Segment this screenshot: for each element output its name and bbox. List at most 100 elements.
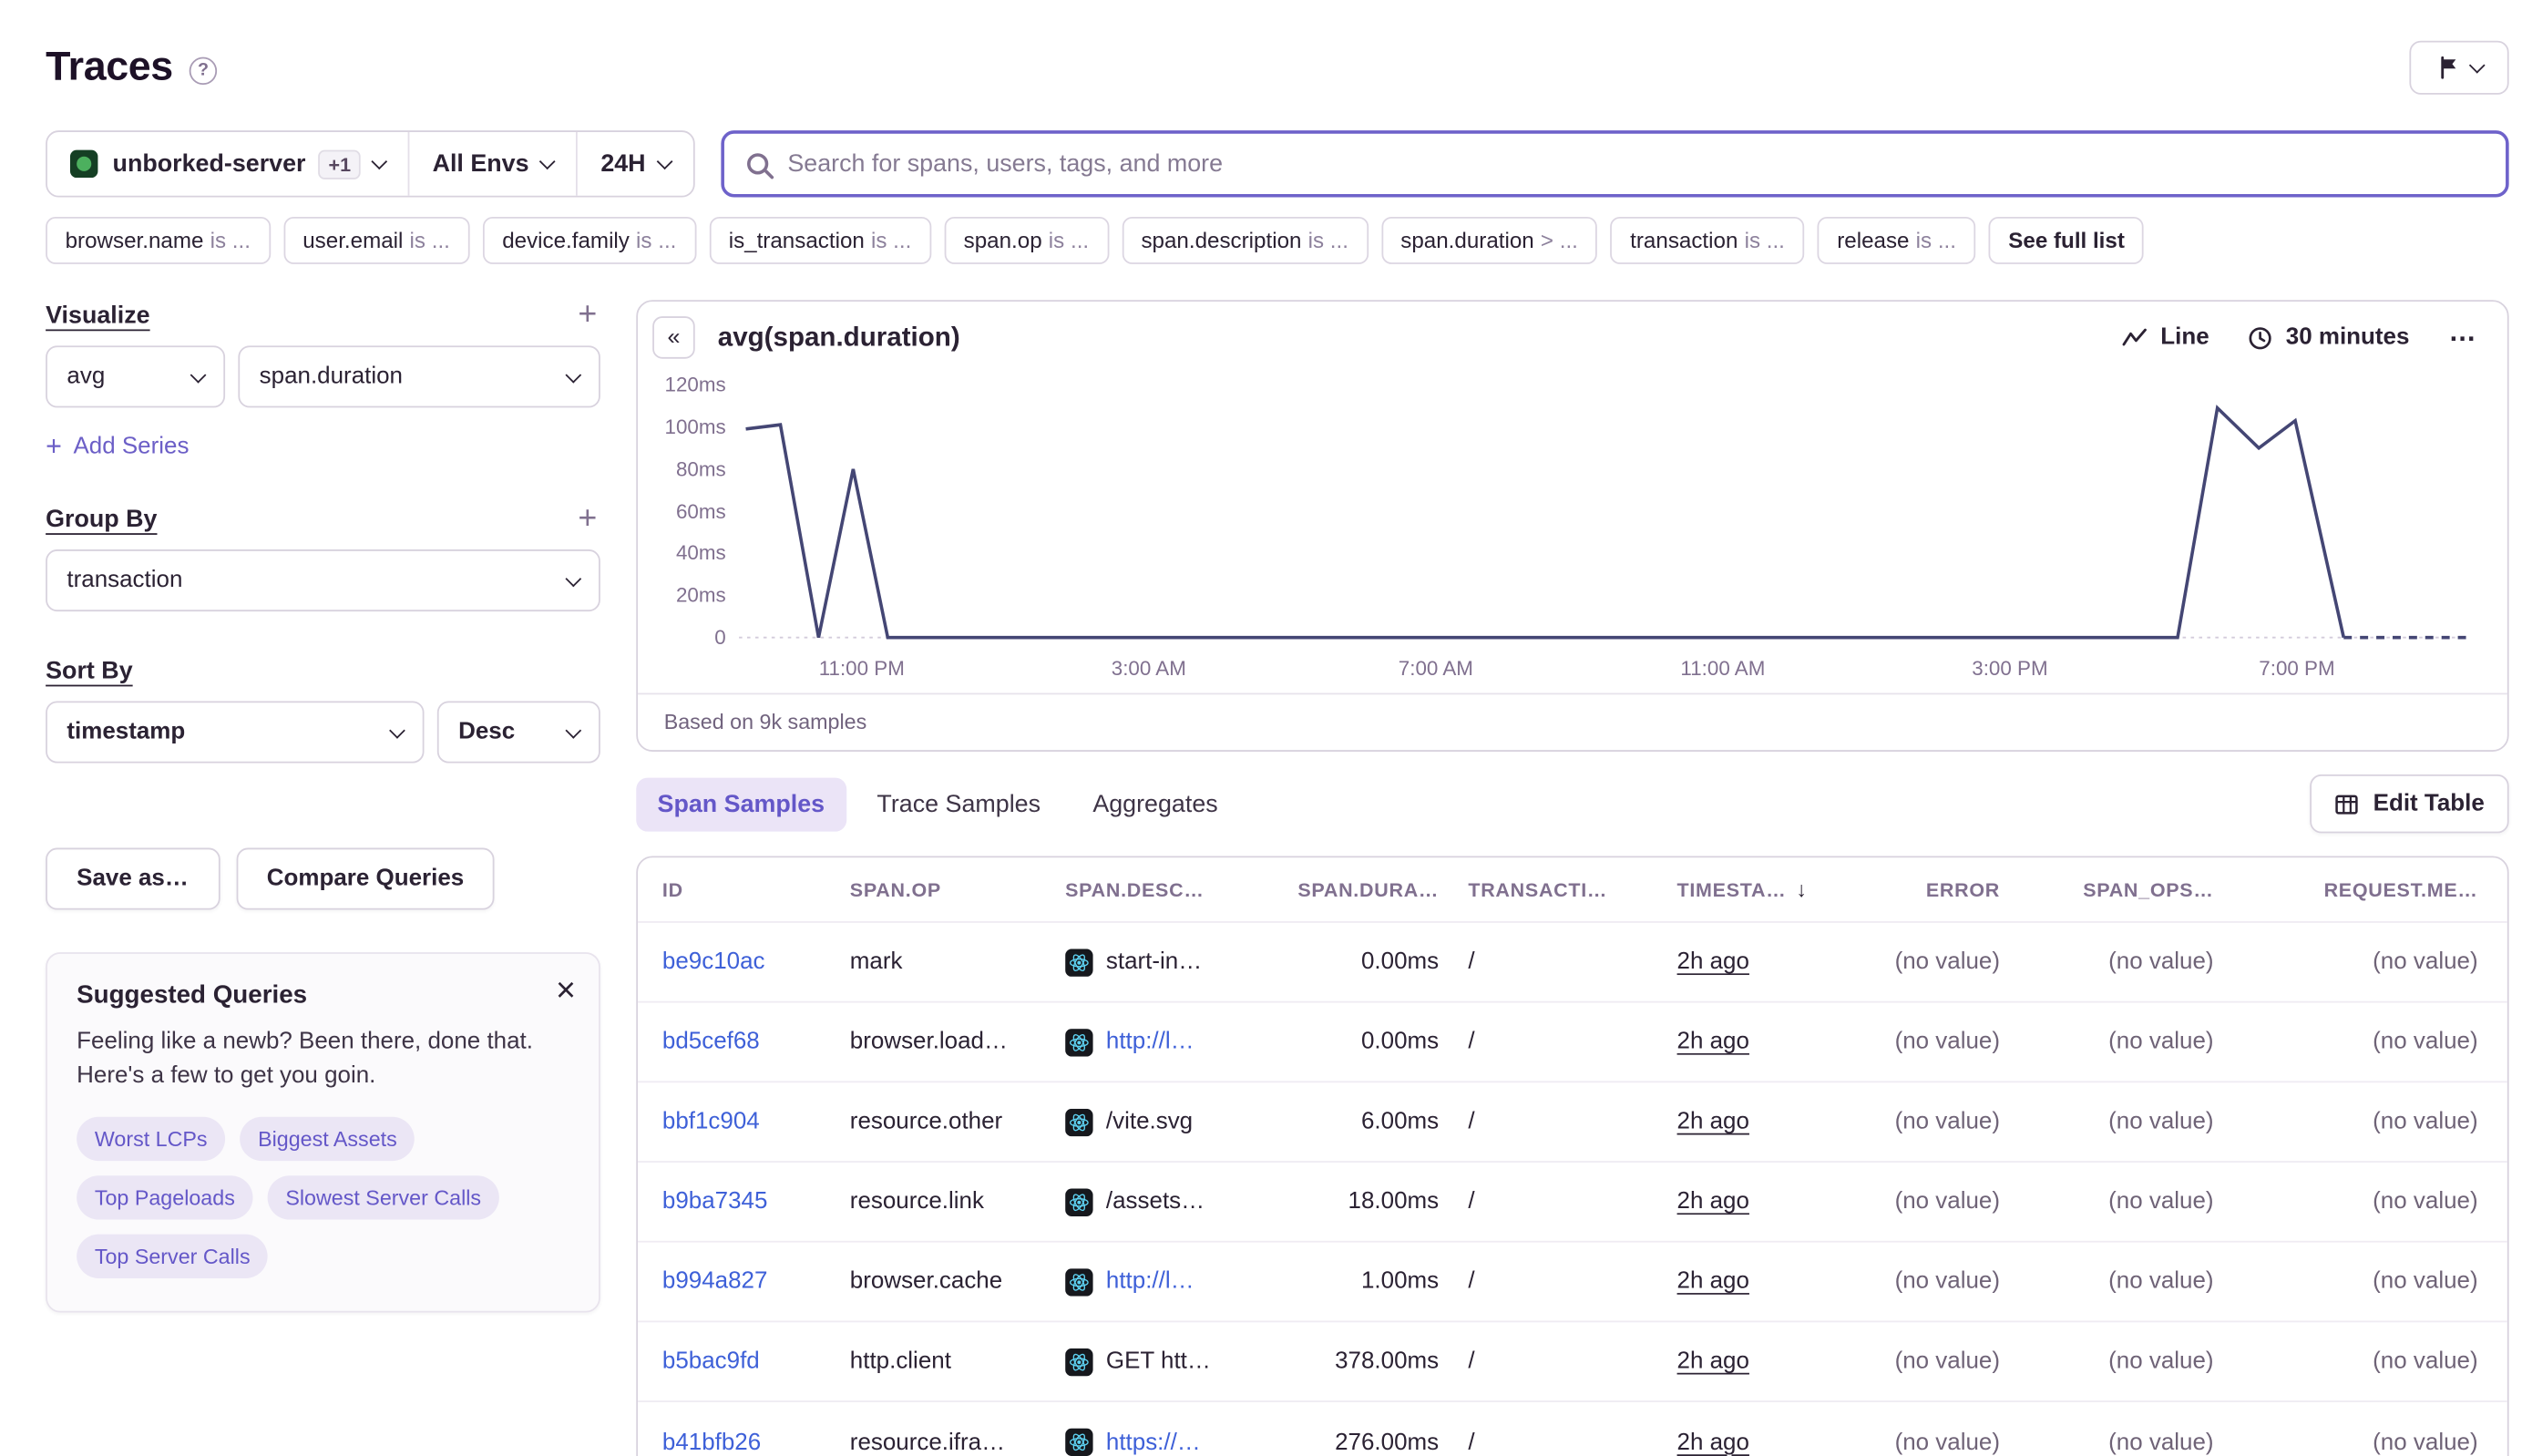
- add-group-by-button[interactable]: +: [575, 504, 600, 533]
- transaction-cell: /: [1468, 1109, 1676, 1135]
- flag-icon: [2436, 56, 2461, 80]
- react-platform-icon: [1065, 1028, 1092, 1055]
- sort-by-label: Sort By: [46, 657, 133, 684]
- span-description-text[interactable]: http://l…: [1106, 1029, 1194, 1055]
- page-filter-group: unborked-server +1 All Envs 24H: [46, 130, 694, 197]
- feature-flag-button[interactable]: [2409, 41, 2508, 95]
- chart-more-button[interactable]: …: [2448, 316, 2477, 359]
- span-id-link[interactable]: b5bac9fd: [662, 1348, 760, 1375]
- filter-chip-key: span.description: [1141, 229, 1301, 253]
- chart-plot: [739, 375, 2468, 650]
- filter-chip-release[interactable]: releaseis ...: [1818, 217, 1976, 264]
- sort-direction-select[interactable]: Desc: [437, 701, 600, 763]
- edit-table-button[interactable]: Edit Table: [2310, 774, 2509, 833]
- column-header-request-me[interactable]: REQUEST.ME…: [2243, 878, 2507, 901]
- timestamp-link[interactable]: 2h ago: [1677, 1189, 1749, 1215]
- chart-interval-button[interactable]: 30 minutes: [2249, 324, 2410, 351]
- filter-chip-op: is ...: [1745, 229, 1785, 253]
- column-header-timesta[interactable]: TIMESTA…↓: [1677, 877, 1834, 902]
- suggested-query-top-server-calls[interactable]: Top Server Calls: [77, 1235, 268, 1278]
- compare-queries-button[interactable]: Compare Queries: [236, 848, 495, 910]
- span-description-cell: https://…: [1065, 1429, 1286, 1456]
- field-select[interactable]: span.duration: [238, 345, 600, 407]
- table-row: b5bac9fdhttp.clientGET htt…378.00ms/2h a…: [638, 1322, 2507, 1402]
- chart-type-button[interactable]: Line: [2123, 324, 2209, 351]
- span-id-link[interactable]: bbf1c904: [662, 1109, 760, 1135]
- column-header-span-dura[interactable]: SPAN.DURA…: [1286, 878, 1469, 901]
- span-id-link[interactable]: bd5cef68: [662, 1029, 760, 1055]
- timestamp-link[interactable]: 2h ago: [1677, 1029, 1749, 1055]
- group-by-select[interactable]: transaction: [46, 549, 600, 611]
- span-id-link[interactable]: b9ba7345: [662, 1189, 768, 1215]
- group-by-value: transaction: [67, 568, 182, 594]
- filter-chip-transaction[interactable]: transactionis ...: [1611, 217, 1805, 264]
- span-description-text[interactable]: https://…: [1106, 1429, 1201, 1455]
- date-range-selector[interactable]: 24H: [576, 132, 692, 196]
- timestamp-link[interactable]: 2h ago: [1677, 1268, 1749, 1295]
- tab-span-samples[interactable]: Span Samples: [636, 777, 846, 831]
- suggested-query-slowest-server-calls[interactable]: Slowest Server Calls: [268, 1175, 499, 1219]
- collapse-sidebar-button[interactable]: «: [652, 316, 695, 359]
- column-header-transacti[interactable]: TRANSACTI…: [1468, 878, 1676, 901]
- span-duration-cell: 18.00ms: [1286, 1189, 1469, 1215]
- span-description-text: /assets…: [1106, 1189, 1205, 1215]
- span-id-link[interactable]: be9c10ac: [662, 948, 765, 975]
- add-series-button[interactable]: + Add Series: [46, 430, 189, 463]
- span-description-text[interactable]: http://l…: [1106, 1268, 1194, 1295]
- page-title: Traces: [46, 43, 173, 90]
- column-header-label: ERROR: [1926, 878, 2000, 901]
- span-description-cell: /vite.svg: [1065, 1108, 1286, 1135]
- span-description-cell: http://l…: [1065, 1028, 1286, 1055]
- filter-chip-span-description[interactable]: span.descriptionis ...: [1122, 217, 1368, 264]
- span-duration-cell: 378.00ms: [1286, 1348, 1469, 1375]
- filter-chip-op: is ...: [210, 229, 251, 253]
- date-range-label: 24H: [600, 150, 645, 178]
- filter-chip-user-email[interactable]: user.emailis ...: [283, 217, 470, 264]
- column-header-id[interactable]: ID: [662, 878, 850, 901]
- transaction-cell: /: [1468, 1268, 1676, 1295]
- column-header-error[interactable]: ERROR: [1833, 878, 2029, 901]
- filter-chip-key: is_transaction: [729, 229, 865, 253]
- filter-chip-span-op[interactable]: span.opis ...: [944, 217, 1108, 264]
- search-bar[interactable]: [721, 130, 2509, 197]
- timestamp-link[interactable]: 2h ago: [1677, 1429, 1749, 1455]
- environment-selector[interactable]: All Envs: [408, 132, 577, 196]
- project-selector[interactable]: unborked-server +1: [47, 132, 408, 196]
- filter-chip-device-family[interactable]: device.familyis ...: [483, 217, 696, 264]
- tab-aggregates[interactable]: Aggregates: [1071, 777, 1239, 831]
- suggested-query-biggest-assets[interactable]: Biggest Assets: [240, 1117, 415, 1161]
- timestamp-link[interactable]: 2h ago: [1677, 1109, 1749, 1135]
- see-full-list-button[interactable]: See full list: [1989, 217, 2145, 264]
- aggregate-select[interactable]: avg: [46, 345, 225, 407]
- suggested-query-worst-lcps[interactable]: Worst LCPs: [77, 1117, 225, 1161]
- request-method-cell: (no value): [2243, 1189, 2507, 1215]
- timestamp-link[interactable]: 2h ago: [1677, 948, 1749, 975]
- span-description-cell: /assets…: [1065, 1188, 1286, 1215]
- filter-chip-is-transaction[interactable]: is_transactionis ...: [709, 217, 931, 264]
- help-icon[interactable]: ?: [190, 56, 217, 84]
- column-header-span-ops[interactable]: SPAN_OPS…: [2029, 878, 2243, 901]
- column-header-span-op[interactable]: SPAN.OP: [850, 878, 1065, 901]
- table-header-row: IDSPAN.OPSPAN.DESC… SPAN.DURA…TRANSACTI…T…: [638, 857, 2507, 923]
- group-by-label: Group By: [46, 505, 157, 532]
- span-duration-cell: 276.00ms: [1286, 1429, 1469, 1455]
- close-icon[interactable]: ×: [556, 973, 576, 1008]
- span-id-link[interactable]: b994a827: [662, 1268, 768, 1295]
- filter-chip-browser-name[interactable]: browser.nameis ...: [46, 217, 270, 264]
- tab-trace-samples[interactable]: Trace Samples: [856, 777, 1061, 831]
- filter-chip-key: device.family: [502, 229, 630, 253]
- column-header-span-desc[interactable]: SPAN.DESC…: [1065, 878, 1286, 901]
- filter-chip-op: is ...: [636, 229, 676, 253]
- column-header-label: SPAN.DESC…: [1065, 878, 1204, 901]
- request-method-cell: (no value): [2243, 948, 2507, 975]
- save-as-button[interactable]: Save as…: [46, 848, 220, 910]
- suggested-query-top-pageloads[interactable]: Top Pageloads: [77, 1175, 252, 1219]
- filter-chip-span-duration[interactable]: span.duration> ...: [1381, 217, 1598, 264]
- add-visualize-button[interactable]: +: [575, 300, 600, 329]
- search-input[interactable]: [787, 150, 2483, 178]
- search-icon: [747, 153, 768, 174]
- sort-field-select[interactable]: timestamp: [46, 701, 424, 763]
- span-duration-cell: 6.00ms: [1286, 1109, 1469, 1135]
- span-id-link[interactable]: b41bfb26: [662, 1429, 761, 1455]
- timestamp-link[interactable]: 2h ago: [1677, 1348, 1749, 1375]
